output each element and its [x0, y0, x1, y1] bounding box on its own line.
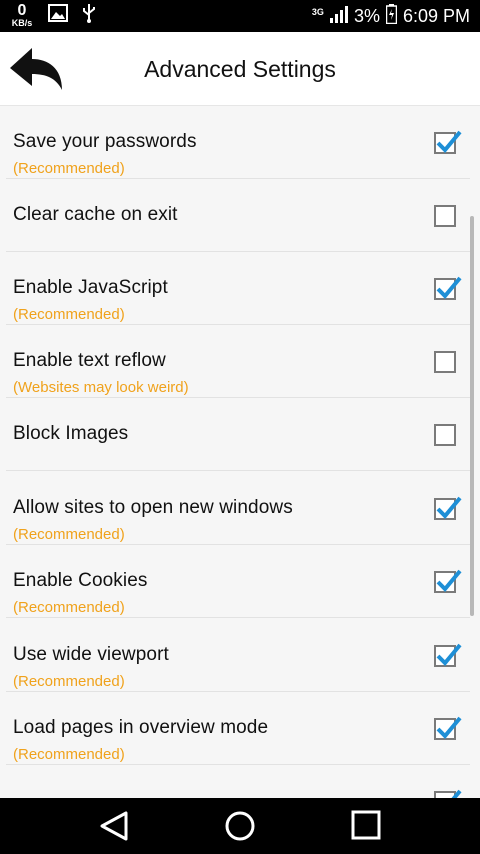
- battery-charging-icon: [385, 3, 398, 29]
- checkbox[interactable]: [434, 643, 462, 669]
- checkmark-icon: [436, 643, 462, 666]
- scrollbar[interactable]: [470, 216, 474, 616]
- image-icon: [48, 4, 68, 27]
- checkbox[interactable]: [434, 716, 462, 742]
- setting-label: Enable Cookies: [13, 570, 148, 591]
- setting-row[interactable]: Enable JavaScript (Recommended): [0, 252, 480, 325]
- setting-row[interactable]: Block Images: [0, 398, 480, 471]
- checkmark-icon: [436, 496, 462, 519]
- setting-label: Enable text reflow: [13, 350, 166, 371]
- checkmark-icon: [436, 276, 462, 299]
- setting-subtitle: (Recommended): [13, 160, 125, 177]
- setting-row[interactable]: Enable text reflow (Websites may look we…: [0, 325, 480, 398]
- checkbox[interactable]: [434, 569, 462, 595]
- setting-label: Use wide viewport: [13, 644, 169, 665]
- setting-subtitle: (Websites may look weird): [13, 379, 189, 396]
- setting-label: Block Images: [13, 423, 129, 444]
- setting-row[interactable]: Clear cache on exit: [0, 179, 480, 252]
- battery-percent: 3%: [353, 5, 380, 26]
- checkbox[interactable]: [434, 351, 458, 375]
- usb-icon: [82, 3, 96, 28]
- nav-home-button[interactable]: [220, 808, 260, 844]
- setting-label: Load pages in overview mode: [13, 717, 269, 738]
- circle-home-icon: [225, 811, 255, 841]
- triangle-back-icon: [100, 811, 128, 841]
- settings-list[interactable]: Save your passwords (Recommended) Clear …: [0, 106, 480, 798]
- setting-label: Clear cache on exit: [13, 204, 178, 225]
- setting-subtitle: (Recommended): [13, 599, 125, 616]
- setting-subtitle: (Recommended): [13, 526, 125, 543]
- nav-back-button[interactable]: [96, 808, 136, 844]
- setting-subtitle: (Recommended): [13, 673, 125, 690]
- setting-row[interactable]: [0, 765, 480, 798]
- checkbox[interactable]: [434, 789, 462, 798]
- checkmark-icon: [436, 569, 462, 592]
- network-type: 3G: [311, 6, 324, 17]
- setting-row[interactable]: Load pages in overview mode (Recommended…: [0, 692, 480, 765]
- setting-row[interactable]: Use wide viewport (Recommended): [0, 619, 480, 692]
- setting-label: Save your passwords: [13, 131, 197, 152]
- setting-label: Enable JavaScript: [13, 277, 168, 298]
- checkbox[interactable]: [434, 130, 462, 156]
- status-bar: 0 KB/s 3G 3% 6:09 PM: [0, 0, 480, 32]
- speed-value: 0: [17, 2, 27, 19]
- page-title: Advanced Settings: [144, 56, 336, 82]
- speed-unit: KB/s: [11, 18, 33, 28]
- setting-row[interactable]: Allow sites to open new windows (Recomme…: [0, 472, 480, 545]
- checkbox[interactable]: [434, 496, 462, 522]
- setting-subtitle: (Recommended): [13, 306, 125, 323]
- app-bar: Advanced Settings: [0, 32, 480, 106]
- checkbox[interactable]: [434, 276, 462, 302]
- checkbox[interactable]: [434, 424, 458, 448]
- signal-icon: [329, 5, 348, 28]
- network-speed: 0 KB/s: [10, 3, 34, 28]
- checkmark-icon: [451, 789, 462, 798]
- square-recents-icon: [351, 810, 381, 840]
- setting-row[interactable]: Enable Cookies (Recommended): [0, 545, 480, 618]
- setting-row[interactable]: Save your passwords (Recommended): [0, 106, 480, 179]
- nav-recents-button[interactable]: [346, 808, 386, 844]
- setting-label: Allow sites to open new windows: [13, 497, 293, 518]
- checkbox[interactable]: [434, 205, 458, 229]
- navigation-bar: [0, 798, 480, 854]
- checkmark-icon: [436, 130, 462, 153]
- clock: 6:09 PM: [402, 5, 470, 26]
- checkmark-icon: [436, 716, 462, 739]
- setting-subtitle: (Recommended): [13, 746, 125, 763]
